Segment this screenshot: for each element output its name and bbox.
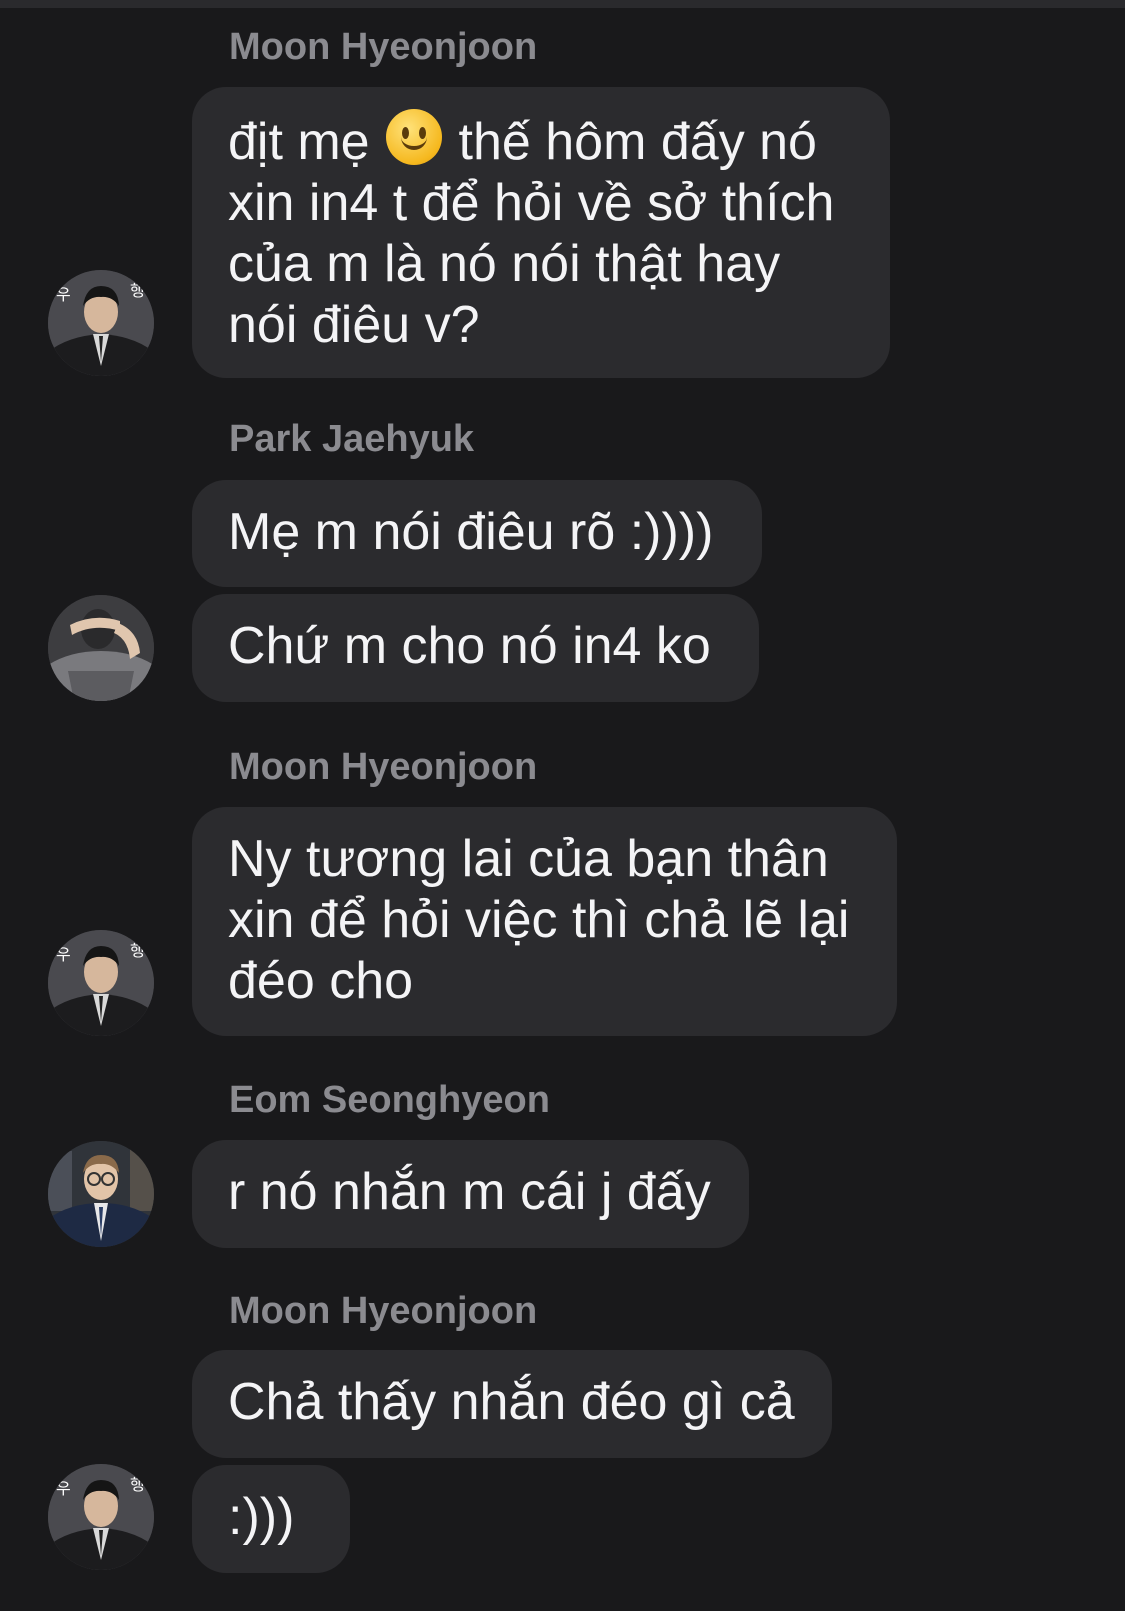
message-text: Chứ m cho nó in4 ko [228,617,711,675]
svg-text:우: 우 [56,945,71,964]
sender-name: Eom Seonghyeon [229,1079,550,1121]
avatar[interactable] [48,1141,154,1247]
svg-text:행: 행 [130,1475,145,1494]
profile-photo-hand-over-face-icon [48,595,154,701]
profile-photo-glasses-icon [48,1141,154,1247]
avatar[interactable]: 우 행 [48,1464,154,1570]
avatar[interactable] [48,595,154,701]
svg-text:우: 우 [56,1479,71,1498]
sender-name: Moon Hyeonjoon [229,746,538,788]
message-text: :))) [228,1488,295,1546]
message-bubble[interactable]: r nó nhắn m cái j đấy [192,1140,749,1248]
message-bubble[interactable]: Chứ m cho nó in4 ko [192,594,759,702]
slightly-smiling-face-emoji-icon [386,109,443,165]
message-text: Ny tương lai của bạn thân xin để hỏi việ… [228,830,850,1010]
sender-name: Park Jaehyuk [229,418,475,460]
svg-text:행: 행 [130,941,145,960]
avatar[interactable]: 우 행 [48,270,154,376]
sender-name: Moon Hyeonjoon [229,26,538,68]
message-bubble[interactable]: Chả thấy nhắn đéo gì cả [192,1350,832,1458]
message-text: Chả thấy nhắn đéo gì cả [228,1373,795,1431]
avatar[interactable]: 우 행 [48,930,154,1036]
message-text: Mẹ m nói điêu rõ :)))) [228,503,714,561]
message-bubble[interactable]: Ny tương lai của bạn thân xin để hỏi việ… [192,807,897,1036]
message-bubble[interactable]: địt mẹ thế hôm đấy nó xin in4 t để hỏi v… [192,87,890,378]
profile-photo-suit-icon: 우 행 [48,1464,154,1570]
message-text: địt mẹ [228,113,385,171]
message-text: r nó nhắn m cái j đấy [228,1163,711,1221]
profile-photo-suit-icon: 우 행 [48,930,154,1036]
profile-photo-suit-icon: 우 행 [48,270,154,376]
chat-thread[interactable]: Moon Hyeonjoon địt mẹ thế hôm đấy nó xin… [0,0,1125,1611]
message-bubble[interactable]: :))) [192,1465,350,1573]
sender-name: Moon Hyeonjoon [229,1290,538,1332]
svg-text:우: 우 [56,285,71,304]
message-bubble[interactable]: Mẹ m nói điêu rõ :)))) [192,480,762,587]
svg-text:행: 행 [130,281,145,300]
